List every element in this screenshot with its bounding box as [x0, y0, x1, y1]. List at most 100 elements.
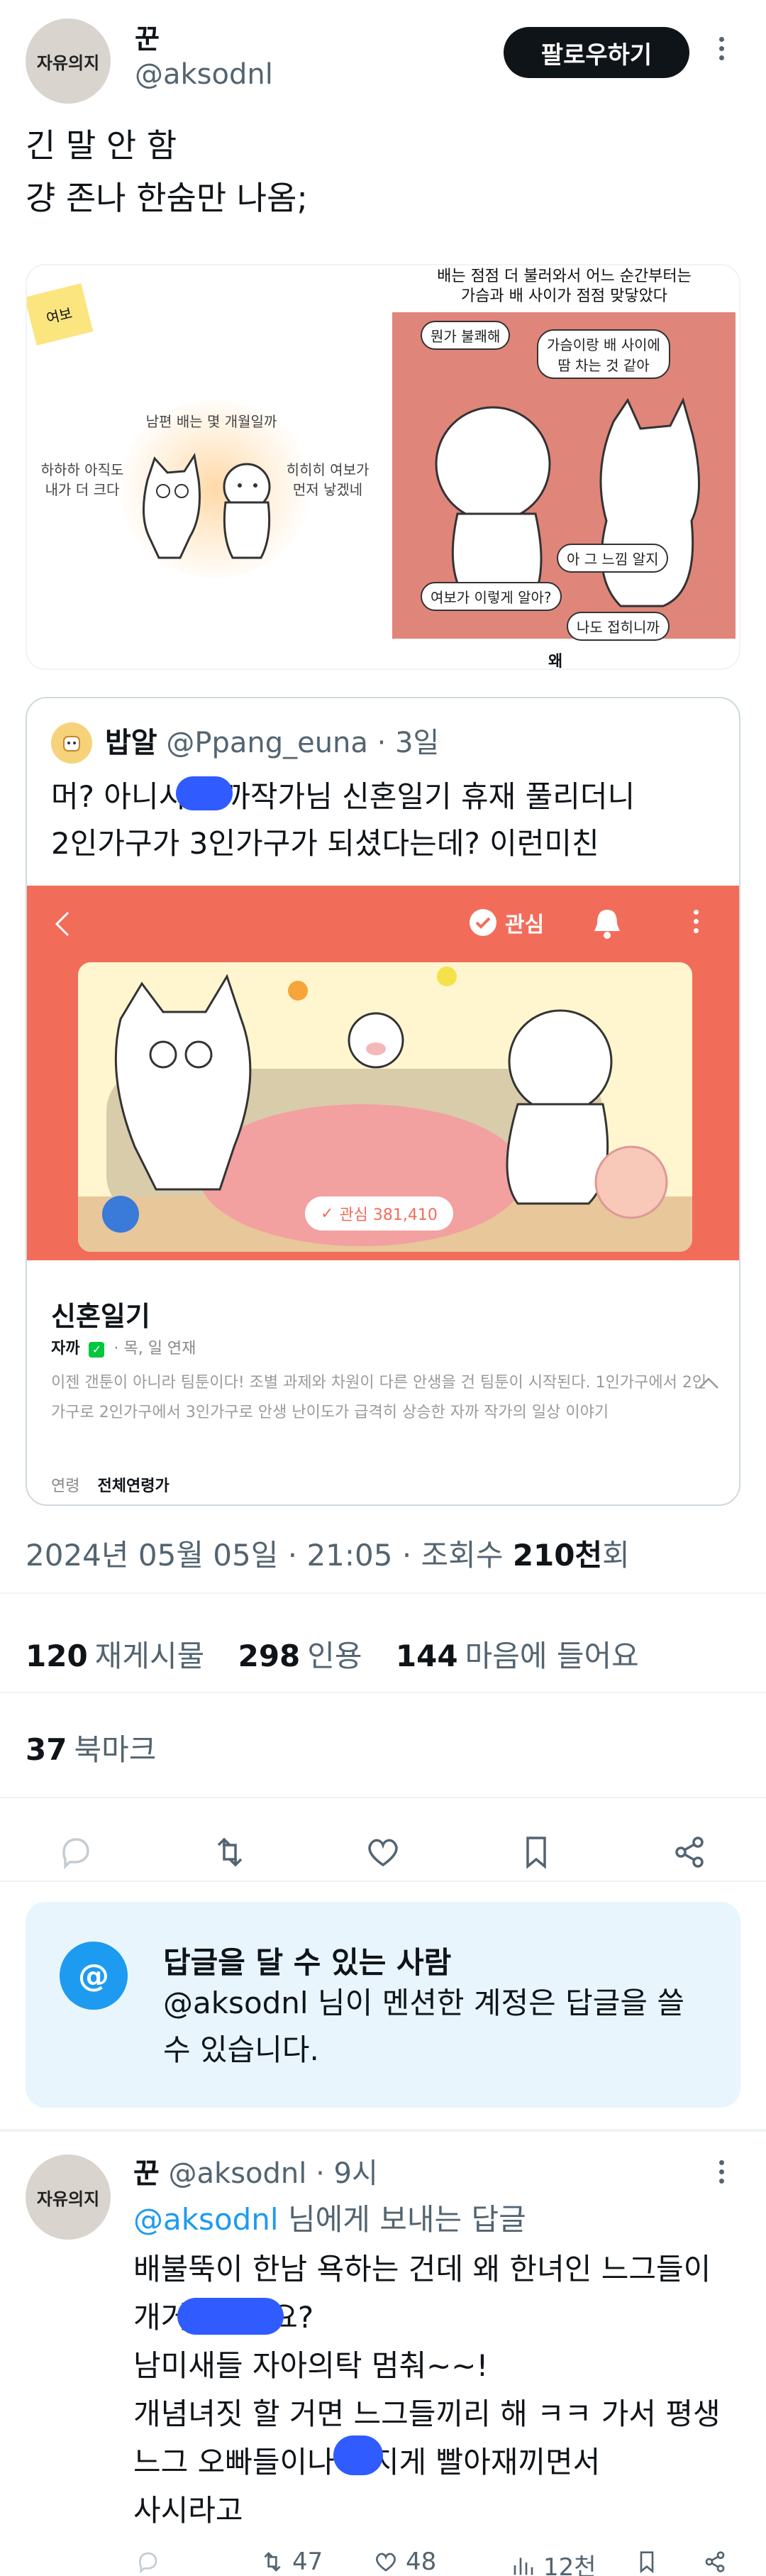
- bell-icon[interactable]: [592, 907, 623, 941]
- share-icon[interactable]: [668, 1831, 711, 1873]
- comic-speech: 하하하 아직도 내가 더 크다: [40, 461, 124, 498]
- share-icon[interactable]: [701, 2548, 729, 2576]
- divider: [0, 1797, 766, 1798]
- quote-count: 298: [238, 1639, 301, 1673]
- reply-author-name[interactable]: 꾼: [133, 2157, 160, 2190]
- reply-time: · 9시: [316, 2157, 378, 2190]
- reply-text-line: 배불뚝이 한남 욕하는 건데 왜 한녀인 느그들이: [133, 2252, 711, 2286]
- webtoon-description: 이젠 갠툰이 아니라 팀툰이다! 조별 과제와 차원이 다른 안생을 건 팀툰이…: [51, 1374, 707, 1421]
- reply-icon[interactable]: [54, 1831, 96, 1873]
- comic-caption: 남편 배는 몇 개월일까: [145, 413, 277, 430]
- divider: [0, 1881, 766, 1882]
- webtoon-thumbnail[interactable]: ✓ 관심 381,410: [78, 962, 692, 1252]
- view-count: 210천: [512, 1538, 603, 1573]
- divider: [0, 1692, 766, 1693]
- reply-view-count: 12천: [543, 2553, 596, 2576]
- redaction-scribble: [176, 776, 233, 810]
- comic-characters: [143, 452, 271, 559]
- redaction-scribble: [177, 2298, 284, 2335]
- like-stat[interactable]: 144 마음에 들어요: [396, 1639, 639, 1673]
- reply-views-button[interactable]: 12천: [509, 2548, 596, 2576]
- sticky-note-text: 여보: [44, 304, 74, 327]
- retweet-label: 재게시물: [94, 1639, 205, 1673]
- retweet-icon[interactable]: [209, 1831, 251, 1873]
- quote-text: 머? 아니시 자까작가님 신혼일기 휴재 풀리더니 2인가구가 3인가구가 되셨…: [51, 774, 635, 867]
- webtoon-more-icon[interactable]: [694, 910, 699, 933]
- bookmark-stats[interactable]: 37 북마크: [26, 1726, 156, 1769]
- reply-avatar[interactable]: 자유의지: [26, 2154, 111, 2240]
- reply-more-icon[interactable]: [719, 2160, 724, 2184]
- author-name[interactable]: 꾼: [135, 17, 160, 56]
- quote-avatar[interactable]: [51, 722, 92, 764]
- interest-count: 관심 381,410: [339, 1206, 438, 1224]
- post-text-line: 긴 말 안 함: [26, 126, 177, 165]
- reply-avatar-text: 자유의지: [36, 2188, 100, 2209]
- avatar[interactable]: 자유의지: [26, 18, 111, 104]
- retweet-stat[interactable]: 120 재게시물: [26, 1639, 204, 1673]
- view-suffix: 회: [602, 1538, 630, 1573]
- comic-panel-right[interactable]: 배는 점점 더 불러와서 어느 순간부터는 가슴과 배 사이가 점점 맞닿았다 …: [387, 265, 739, 668]
- post-text: 긴 말 안 함 걍 존나 한숨만 나옴;: [26, 119, 308, 224]
- quote-label: 인용: [307, 1639, 362, 1673]
- reply-retweet-button[interactable]: 47: [258, 2548, 323, 2576]
- reply-permission-title: 답글을 달 수 있는 사람: [163, 1945, 452, 1980]
- quote-author-handle[interactable]: @Ppang_euna: [166, 727, 368, 759]
- reply-like-button[interactable]: 48: [372, 2548, 436, 2576]
- reply-reply-button[interactable]: [133, 2548, 162, 2576]
- divider: [0, 1592, 766, 1594]
- comic-caption: 배는 점점 더 불러와서 어느 순간부터는 가슴과 배 사이가 점점 맞닿았다: [437, 268, 692, 305]
- at-icon: @: [60, 1942, 128, 2010]
- author-handle[interactable]: @aksodnl: [135, 58, 273, 91]
- quote-time: · 3일: [377, 727, 440, 759]
- divider: [0, 2129, 766, 2132]
- age-label: 연령: [51, 1477, 80, 1495]
- action-bar: [0, 1815, 766, 1881]
- reply-to-suffix: 님에게 보내는 답글: [278, 2202, 526, 2237]
- reply-action-bar: 47 48 12천: [133, 2548, 743, 2576]
- comic-panel-left[interactable]: 여보 남편 배는 몇 개월일까 하하하 아직도 내가 더 크다 히히히 여보가 …: [27, 265, 384, 668]
- verified-icon: ✓: [89, 1342, 105, 1358]
- post-media[interactable]: 여보 남편 배는 몇 개월일까 하하하 아직도 내가 더 크다 히히히 여보가 …: [26, 264, 740, 670]
- follow-button[interactable]: 팔로우하기: [504, 27, 689, 78]
- quote-author-name[interactable]: 밥알: [105, 727, 157, 759]
- webtoon-age-row: 연령 전체연령가: [51, 1473, 170, 1496]
- reply-permission-body: @aksodnl 님이 멘션한 계정은 답글을 쓸 수 있습니다.: [163, 1986, 685, 2067]
- webtoon-title[interactable]: 신혼일기: [51, 1294, 150, 1333]
- webtoon-art[interactable]: ✓ 관심 381,410: [27, 962, 739, 1260]
- quote-text-line: 머? 아니시 자까작가님 신혼일기 휴재 풀리더니: [51, 779, 635, 814]
- reply-header: 꾼 @aksodnl · 9시: [133, 2150, 378, 2191]
- quote-stat[interactable]: 298 인용: [238, 1639, 362, 1673]
- like-icon[interactable]: [362, 1831, 404, 1873]
- check-circle-icon: [470, 909, 496, 936]
- quoted-post[interactable]: 밥알 @Ppang_euna · 3일 머? 아니시 자까작가님 신혼일기 휴재…: [26, 697, 740, 1506]
- webtoon-schedule: · 목, 일 연재: [113, 1340, 196, 1358]
- bookmark-icon[interactable]: [515, 1831, 557, 1873]
- reply-text-line: 느그 오빠들이나 빠지게 빨아재끼면서: [133, 2445, 601, 2479]
- back-icon[interactable]: [54, 910, 71, 938]
- reply-retweet-count: 47: [292, 2548, 323, 2576]
- speech-bubble: 아 그 느낌 알지: [557, 544, 669, 573]
- webtoon-author-row: 자까 ✓ · 목, 일 연재: [51, 1336, 196, 1358]
- quote-text-line: 2인가구가 3인가구가 되셨다는데? 이런미친: [51, 826, 599, 861]
- post-text-line: 걍 존나 한숨만 나옴;: [26, 179, 308, 217]
- webtoon-author[interactable]: 자까: [51, 1340, 79, 1358]
- interest-button[interactable]: 관심: [468, 907, 544, 938]
- check-icon: ✓: [321, 1204, 334, 1223]
- reply-like-count: 48: [406, 2548, 437, 2576]
- reply-icon: [138, 2552, 157, 2574]
- interest-label: 관심: [505, 913, 545, 937]
- speech-bubble: 여보가 이렇게 알아?: [421, 582, 562, 611]
- bookmark-icon[interactable]: [633, 2548, 661, 2576]
- like-count: 144: [395, 1639, 458, 1673]
- like-label: 마음에 들어요: [465, 1639, 639, 1673]
- reply-to-mention[interactable]: @aksodnl: [133, 2202, 279, 2237]
- reply-permission-card: @ 답글을 달 수 있는 사람 @aksodnl 님이 멘션한 계정은 답글을 …: [26, 1902, 740, 2108]
- replying-to: @aksodnl 님에게 보내는 답글: [133, 2196, 526, 2239]
- chevron-up-icon[interactable]: [698, 1377, 719, 1389]
- post-date[interactable]: 2024년 05월 05일 · 21:05 · 조회수: [26, 1538, 513, 1573]
- reply-author-handle[interactable]: @aksodnl: [169, 2157, 307, 2190]
- redaction-scribble: [333, 2435, 383, 2475]
- avatar-text: 자유의지: [36, 52, 100, 73]
- more-options-icon[interactable]: [719, 37, 724, 60]
- reply-text-line: 개념녀짓 할 거면 느그들끼리 해 ㅋㅋ 가서 평생: [133, 2396, 721, 2431]
